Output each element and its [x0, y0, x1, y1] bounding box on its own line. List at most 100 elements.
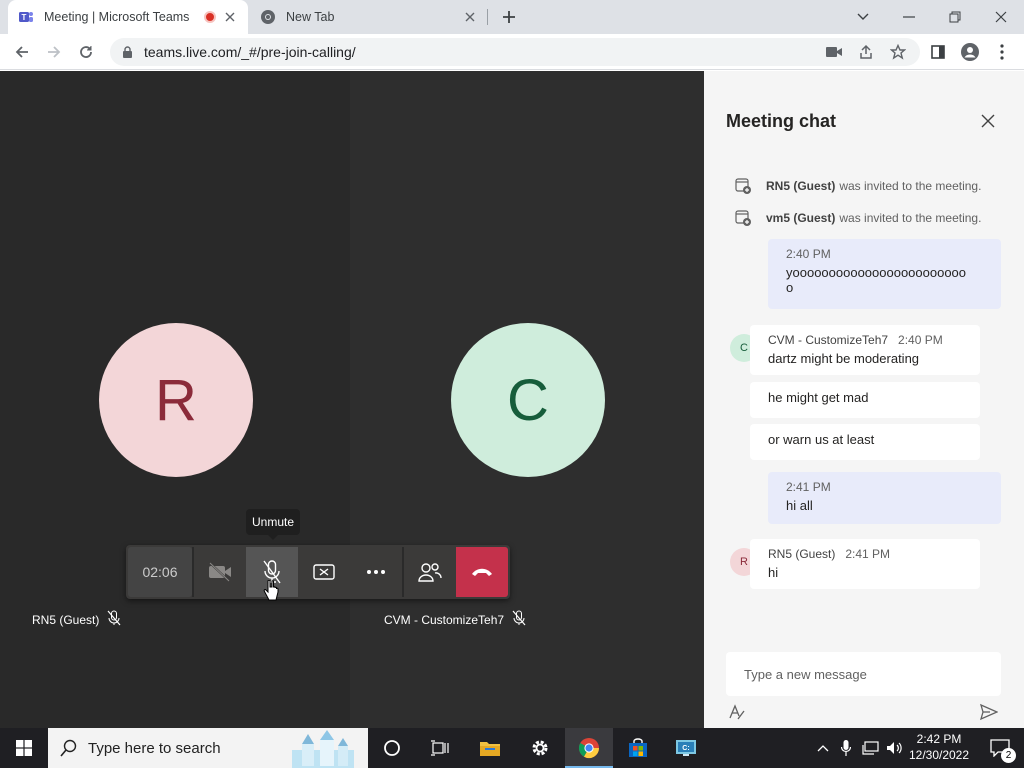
- system-text: was invited to the meeting.: [839, 211, 982, 225]
- task-view-icon[interactable]: [416, 728, 464, 768]
- invite-icon: [734, 177, 752, 195]
- share-icon[interactable]: [852, 38, 880, 66]
- chat-title: Meeting chat: [726, 111, 837, 131]
- camera-off-button[interactable]: [194, 547, 246, 597]
- participant-name: CVM - CustomizeTeh7: [384, 612, 505, 627]
- message-text: dartz might be moderating: [768, 351, 920, 366]
- profile-icon[interactable]: [956, 38, 984, 66]
- lock-icon: [122, 45, 136, 59]
- invite-icon: [734, 209, 752, 227]
- message-text: or warn us at least: [768, 432, 875, 447]
- received-message: CVM - CustomizeTeh7 2:40 PM dartz might b…: [750, 325, 980, 375]
- meeting-stage: R C RN5 (Guest) CVM - CustomizeTeh7 Unmu…: [0, 71, 704, 728]
- call-controls: 02:06: [126, 545, 510, 599]
- system-message: RN5 (Guest) was invited to the meeting.: [734, 177, 981, 195]
- tab-close-icon[interactable]: [462, 9, 478, 25]
- taskbar-search[interactable]: Type here to search: [48, 728, 368, 768]
- tab-new-tab[interactable]: New Tab: [250, 0, 488, 34]
- side-panel-icon[interactable]: [924, 38, 952, 66]
- camera-in-use-icon[interactable]: [820, 38, 848, 66]
- search-highlight-icon: [288, 730, 358, 768]
- my-message: 2:40 PM yoooooooooooooooooooooooo o: [768, 239, 1001, 309]
- file-explorer-icon[interactable]: [466, 728, 514, 768]
- clock-time: 2:42 PM: [916, 732, 962, 746]
- invited-name: RN5 (Guest): [766, 179, 836, 193]
- notification-count: 2: [1001, 748, 1016, 763]
- bookmark-star-icon[interactable]: [884, 38, 912, 66]
- url-text: teams.live.com/_#/pre-join-calling/: [144, 44, 356, 60]
- windows-start-icon[interactable]: [0, 728, 48, 768]
- tab-title: New Tab: [286, 10, 335, 24]
- participants-button[interactable]: [404, 547, 456, 597]
- message-time: 2:40 PM: [898, 333, 943, 347]
- browser-tab-strip: T Meeting | Microsoft Teams New Tab: [0, 0, 1024, 34]
- participant-name-tag: RN5 (Guest): [32, 610, 121, 629]
- received-message: he might get mad: [750, 382, 980, 418]
- message-text: yoooooooooooooooooooooooo: [786, 265, 967, 280]
- message-text: o: [786, 280, 794, 295]
- tab-search-icon[interactable]: [840, 0, 886, 34]
- call-timer: 02:06: [128, 547, 192, 597]
- search-icon: [60, 739, 78, 757]
- hang-up-button[interactable]: [456, 547, 508, 597]
- kebab-menu-icon[interactable]: [988, 38, 1016, 66]
- sender-name: CVM - CustomizeTeh7: [768, 333, 889, 347]
- participant-name-tag: CVM - CustomizeTeh7: [384, 610, 526, 629]
- cortana-icon[interactable]: [368, 728, 416, 768]
- message-input[interactable]: Type a new message: [726, 652, 1001, 696]
- chrome-taskbar-icon[interactable]: [565, 728, 613, 768]
- reload-icon[interactable]: [72, 38, 100, 66]
- system-text: was invited to the meeting.: [839, 179, 982, 193]
- system-message: vm5 (Guest) was invited to the meeting.: [734, 209, 981, 227]
- teams-icon: T: [18, 9, 34, 25]
- my-message: 2:41 PM hi all: [768, 472, 1001, 524]
- chrome-icon: [260, 9, 276, 25]
- mouse-cursor-icon: [263, 579, 279, 607]
- share-screen-button[interactable]: [298, 547, 350, 597]
- invited-name: vm5 (Guest): [766, 211, 836, 225]
- sender-name: RN5 (Guest): [768, 547, 836, 561]
- restore-icon[interactable]: [932, 0, 978, 34]
- participant-avatar: C: [451, 323, 605, 477]
- store-icon[interactable]: [614, 728, 662, 768]
- message-text: hi all: [786, 498, 813, 513]
- send-icon[interactable]: [979, 703, 999, 726]
- compose-toolbar: [726, 701, 1001, 723]
- participant-avatar: R: [99, 323, 253, 477]
- volume-icon[interactable]: [884, 728, 906, 768]
- format-icon[interactable]: [728, 703, 746, 726]
- remote-desktop-icon[interactable]: C:: [662, 728, 710, 768]
- message-time: 2:40 PM: [786, 247, 831, 261]
- message-meta: RN5 (Guest) 2:41 PM: [768, 547, 962, 561]
- forward-icon[interactable]: [40, 38, 68, 66]
- network-icon[interactable]: [860, 728, 882, 768]
- settings-gear-icon[interactable]: [516, 728, 564, 768]
- more-actions-button[interactable]: [350, 547, 402, 597]
- tab-meeting[interactable]: T Meeting | Microsoft Teams: [8, 0, 248, 34]
- message-meta: CVM - CustomizeTeh7 2:40 PM: [768, 333, 962, 347]
- address-bar[interactable]: teams.live.com/_#/pre-join-calling/: [110, 38, 920, 66]
- mic-muted-icon: [512, 610, 526, 629]
- participant-name: RN5 (Guest): [32, 612, 100, 627]
- close-chat-icon[interactable]: [978, 111, 998, 131]
- search-placeholder: Type here to search: [88, 739, 221, 757]
- microphone-icon[interactable]: [836, 728, 856, 768]
- minimize-icon[interactable]: [886, 0, 932, 34]
- show-hidden-icons[interactable]: [812, 728, 834, 768]
- mic-muted-icon: [107, 610, 121, 629]
- new-tab-button[interactable]: [498, 6, 520, 28]
- clock-date: 12/30/2022: [908, 748, 970, 762]
- back-icon[interactable]: [8, 38, 36, 66]
- svg-text:C:: C:: [682, 745, 689, 752]
- message-time: 2:41 PM: [786, 480, 831, 494]
- notifications-icon[interactable]: 2: [980, 728, 1020, 768]
- svg-text:T: T: [22, 13, 27, 22]
- taskbar-clock[interactable]: 2:42 PM 12/30/2022: [906, 731, 972, 763]
- message-time: 2:41 PM: [845, 547, 891, 561]
- browser-toolbar: teams.live.com/_#/pre-join-calling/: [0, 34, 1024, 70]
- received-message: or warn us at least: [750, 424, 980, 460]
- meeting-chat-panel: Meeting chat RN5 (Guest) was invited to …: [704, 71, 1024, 728]
- windows-taskbar: Type here to search C: 2:42 PM 12/30/202…: [0, 728, 1024, 768]
- close-window-icon[interactable]: [978, 0, 1024, 34]
- tab-close-icon[interactable]: [222, 9, 238, 25]
